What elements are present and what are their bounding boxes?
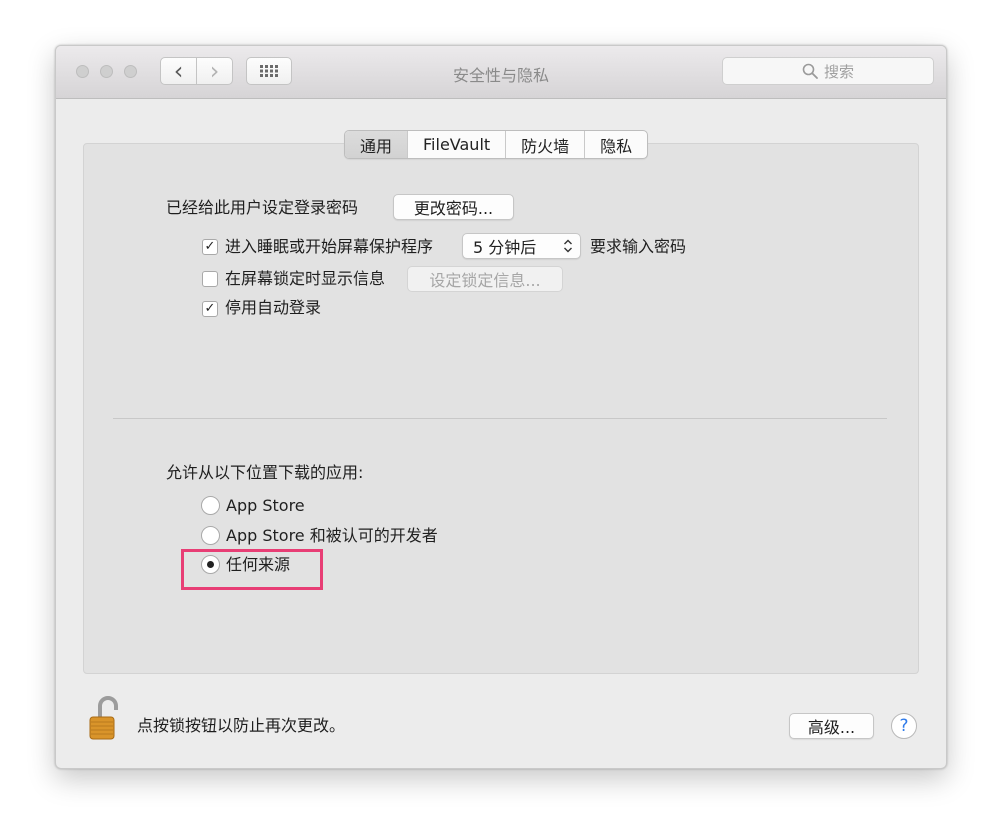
change-password-button[interactable]: 更改密码... — [393, 194, 514, 220]
lock-hint-text: 点按锁按钮以防止再次更改。 — [137, 716, 346, 735]
tab-filevault[interactable]: FileVault — [407, 131, 505, 158]
require-password-suffix: 要求输入密码 — [590, 237, 687, 256]
password-delay-select[interactable]: 5 分钟后 — [462, 233, 581, 259]
stepper-arrows-icon — [564, 239, 572, 253]
show-message-label: 在屏幕锁定时显示信息 — [225, 269, 386, 288]
tab-firewall[interactable]: 防火墙 — [505, 131, 584, 158]
search-field[interactable]: 搜索 — [722, 57, 934, 85]
section-divider — [113, 418, 887, 419]
radio-identified-developers[interactable] — [201, 526, 220, 545]
search-placeholder: 搜索 — [823, 62, 854, 81]
show-message-checkbox[interactable] — [202, 271, 218, 287]
title-bar: ‹ › 安全性与隐私 搜索 — [56, 46, 946, 99]
downloads-heading: 允许从以下位置下载的应用: — [166, 463, 364, 482]
set-lock-message-button[interactable]: 设定锁定信息... — [407, 266, 563, 292]
help-button[interactable]: ? — [891, 713, 917, 739]
password-set-label: 已经给此用户设定登录密码 — [166, 198, 359, 217]
tab-general[interactable]: 通用 — [345, 131, 408, 158]
tab-bar: 通用 FileVault 防火墙 隐私 — [344, 130, 649, 159]
radio-identified-developers-label: App Store 和被认可的开发者 — [226, 526, 438, 545]
radio-app-store[interactable] — [201, 496, 220, 515]
annotation-highlight-box — [181, 549, 323, 590]
content-panel — [83, 143, 919, 674]
radio-app-store-label: App Store — [226, 496, 305, 515]
search-icon — [802, 63, 818, 79]
password-delay-value: 5 分钟后 — [473, 238, 537, 257]
require-password-label: 进入睡眠或开始屏幕保护程序 — [225, 237, 434, 256]
disable-autologin-label: 停用自动登录 — [225, 298, 322, 317]
tab-privacy[interactable]: 隐私 — [584, 131, 647, 158]
open-padlock-icon[interactable] — [88, 696, 122, 742]
require-password-checkbox[interactable]: ✓ — [202, 239, 218, 255]
disable-autologin-checkbox[interactable]: ✓ — [202, 301, 218, 317]
advanced-button[interactable]: 高级... — [789, 713, 874, 739]
preferences-window: ‹ › 安全性与隐私 搜索 通用 FileVault 防火墙 隐私 已经给此用户… — [55, 45, 947, 769]
